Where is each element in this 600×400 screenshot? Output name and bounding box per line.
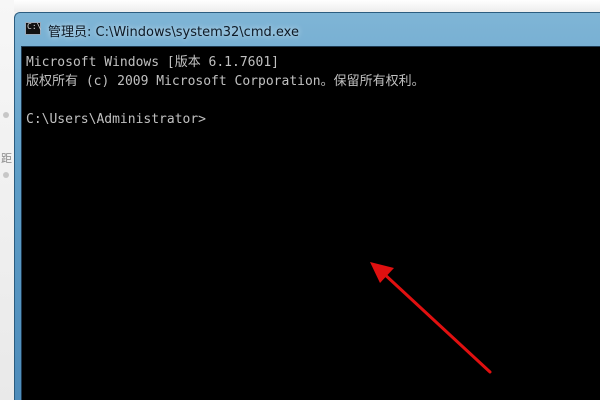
cmd-icon[interactable]: [25, 22, 41, 35]
background-top: [0, 0, 600, 12]
window-title: 管理员: C:\Windows\system32\cmd.exe: [48, 25, 299, 40]
console-output[interactable]: Microsoft Windows [版本 6.1.7601] 版权所有 (c)…: [21, 46, 600, 400]
background-dot-icon: [3, 112, 9, 118]
background-text-fragment: 距: [1, 152, 12, 165]
console-line: 版权所有 (c) 2009 Microsoft Corporation。保留所有…: [26, 74, 425, 89]
console-line: Microsoft Windows [版本 6.1.7601]: [26, 55, 279, 70]
background-dot-icon: [3, 172, 9, 178]
command-prompt[interactable]: C:\Users\Administrator>: [26, 110, 600, 129]
cmd-window[interactable]: 管理员: C:\Windows\system32\cmd.exe Microso…: [14, 12, 600, 400]
background-window-edge: 距: [0, 0, 14, 400]
title-bar[interactable]: 管理员: C:\Windows\system32\cmd.exe: [15, 13, 600, 45]
